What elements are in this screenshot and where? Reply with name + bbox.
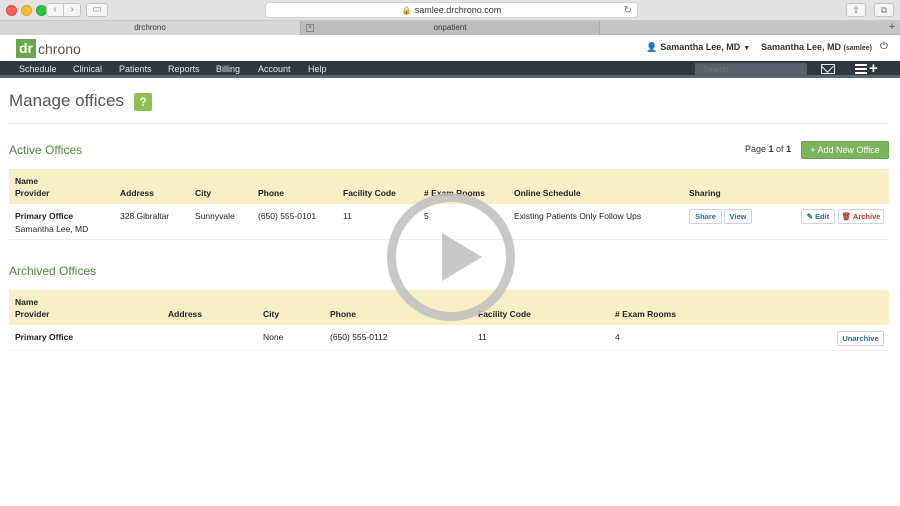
tab-drchrono[interactable]: drchrono: [0, 21, 300, 35]
office-phone: (650) 555-0101: [258, 211, 317, 221]
col-online-schedule: Online Schedule: [514, 188, 581, 198]
nav-patients[interactable]: Patients: [119, 61, 152, 78]
divider: [9, 123, 889, 124]
browser-titlebar: ‹ › ▭ 🔒 samlee.drchrono.com ↻ ⇧ ⧉: [0, 0, 900, 21]
play-button[interactable]: [387, 193, 515, 321]
unarchive-button[interactable]: Unarchive: [837, 331, 884, 346]
minimize-window-button[interactable]: [21, 5, 32, 16]
office-online-schedule: Existing Patients Only Follow Ups: [514, 211, 642, 221]
browser-tabbar: drchrono × onpatient +: [0, 21, 900, 35]
nav-schedule[interactable]: Schedule: [19, 61, 57, 78]
share-button[interactable]: Share: [689, 209, 722, 224]
table-row: Primary Office None (650) 555-0112 11 4 …: [9, 325, 889, 351]
active-offices-title: Active Offices: [9, 143, 83, 157]
archived-office-name: Primary Office: [15, 332, 74, 342]
plus-icon[interactable]: +: [869, 60, 878, 77]
lock-icon: 🔒: [401, 6, 412, 15]
col-name: Name: [15, 176, 39, 186]
pagination-text: Page 1 of 1: [745, 144, 792, 154]
office-provider: Samantha Lee, MD: [15, 224, 89, 234]
account-user[interactable]: Samantha Lee, MD (samlee): [761, 42, 872, 52]
tab-close-icon[interactable]: ×: [306, 24, 314, 32]
col-phone: Phone: [330, 309, 356, 319]
archive-button[interactable]: 🗑 Archive: [838, 209, 884, 224]
archived-office-exam-rooms: 4: [615, 332, 620, 342]
help-button[interactable]: ?: [134, 93, 152, 111]
nav-reports[interactable]: Reports: [168, 61, 200, 78]
nav-account[interactable]: Account: [258, 61, 291, 78]
page-title: Manage offices: [9, 91, 124, 110]
user-icon: 👤: [646, 42, 658, 52]
col-phone: Phone: [258, 188, 284, 198]
drchrono-logo[interactable]: dr chrono: [16, 39, 81, 58]
col-name: Name: [15, 297, 39, 307]
url-text: samlee.drchrono.com: [414, 5, 502, 15]
provider-dropdown[interactable]: 👤 Samantha Lee, MD ▼: [646, 42, 750, 53]
col-exam-rooms: # Exam Rooms: [615, 309, 676, 319]
search-input[interactable]: [695, 63, 807, 76]
address-bar[interactable]: 🔒 samlee.drchrono.com ↻: [265, 2, 638, 18]
archived-office-phone: (650) 555-0112: [330, 332, 388, 342]
nav-help[interactable]: Help: [308, 61, 327, 78]
add-new-office-button[interactable]: + Add New Office: [801, 141, 889, 159]
forward-arrow-icon[interactable]: ›: [63, 3, 81, 17]
office-city: Sunnyvale: [195, 211, 235, 221]
office-name: Primary Office: [15, 211, 74, 221]
office-address: 328 Gibraltar: [120, 211, 170, 221]
app-header: dr chrono 👤 Samantha Lee, MD ▼ Samantha Lee…: [0, 36, 900, 61]
caret-down-icon: ▼: [743, 45, 751, 52]
col-facility-code: Facility Code: [343, 188, 396, 198]
col-city: City: [195, 188, 212, 198]
show-tabs-icon[interactable]: ⧉: [874, 3, 894, 17]
col-address: Address: [168, 309, 203, 319]
office-facility-code: 11: [343, 211, 352, 221]
mail-icon[interactable]: [821, 64, 835, 74]
back-arrow-icon[interactable]: ‹: [46, 3, 64, 17]
edit-button[interactable]: ✎ Edit: [801, 209, 835, 224]
main-nav: Schedule Clinical Patients Reports Billi…: [0, 60, 900, 78]
sidebar-icon[interactable]: ▭: [86, 3, 108, 17]
col-sharing: Sharing: [689, 188, 721, 198]
view-button[interactable]: View: [724, 209, 752, 224]
col-provider: Provider: [15, 188, 50, 198]
reload-icon[interactable]: ↻: [624, 3, 632, 18]
play-icon: [442, 233, 482, 281]
new-tab-icon[interactable]: +: [884, 21, 900, 35]
nav-clinical[interactable]: Clinical: [73, 61, 102, 78]
col-address: Address: [120, 188, 155, 198]
archived-office-city: None: [263, 332, 284, 342]
col-city: City: [263, 309, 280, 319]
archived-offices-title: Archived Offices: [9, 264, 97, 278]
archived-office-facility-code: 11: [478, 332, 487, 342]
share-icon[interactable]: ⇧: [846, 3, 866, 17]
nav-billing[interactable]: Billing: [216, 61, 240, 78]
tab-onpatient[interactable]: × onpatient: [300, 21, 600, 35]
hamburger-menu-icon[interactable]: [855, 64, 867, 74]
col-provider: Provider: [15, 309, 50, 319]
close-window-button[interactable]: [6, 5, 17, 16]
power-icon[interactable]: ⏻: [880, 41, 888, 52]
